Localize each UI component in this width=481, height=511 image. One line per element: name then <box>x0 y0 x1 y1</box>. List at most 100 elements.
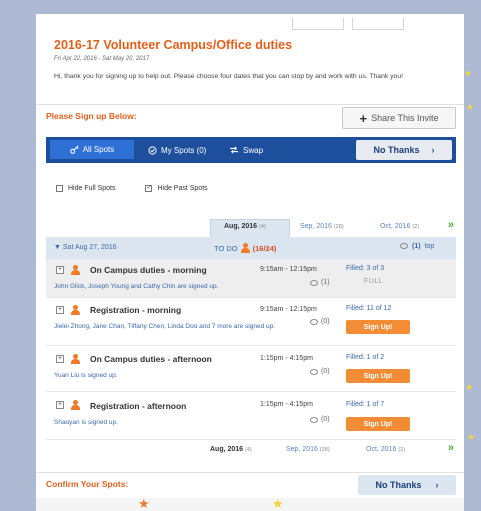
key-icon <box>69 145 79 154</box>
slot-time: 1:15pm - 4:15pm <box>260 401 313 408</box>
top-link[interactable]: top <box>425 243 435 250</box>
sign-up-button[interactable]: Sign Up! <box>346 369 410 383</box>
slot-comments[interactable]: (0) <box>310 318 330 325</box>
no-thanks-label: No Thanks <box>373 145 420 155</box>
slot-filled: Filled: 1 of 2 <box>346 354 385 361</box>
day-header: ▼ Sat Aug 27, 2016 TO DO (16/24) (1) top <box>46 237 456 259</box>
day-date-label: Sat Aug 27, 2016 <box>62 244 117 251</box>
hide-full-label: Hide Full Spots <box>68 185 116 192</box>
hide-full-checkbox[interactable] <box>56 185 63 192</box>
slot-people: John Glick, Joseph Young and Cathy Chin … <box>54 283 219 290</box>
month-tab-sep[interactable]: Sep, 2016 (28) <box>286 446 330 453</box>
month-tab-label: Aug, 2016 <box>210 446 244 453</box>
hide-past-filter[interactable]: ✓ Hide Past Spots <box>145 185 208 192</box>
slot-comments[interactable]: (0) <box>310 416 330 423</box>
month-tab-label: Oct, 2016 <box>380 223 411 230</box>
sign-up-button[interactable]: Sign Up! <box>346 320 410 334</box>
expand-icon[interactable]: + <box>56 306 64 314</box>
person-icon <box>71 305 80 315</box>
next-month-icon[interactable]: » <box>448 219 454 231</box>
tab-my-spots[interactable]: My Spots (0) <box>148 141 206 159</box>
top-tab[interactable] <box>352 18 404 30</box>
person-icon <box>240 243 250 253</box>
confirm-heading: Confirm Your Spots: <box>46 479 129 489</box>
star-icon: ★ <box>467 432 476 442</box>
slot-name: Registration - afternoon <box>90 401 187 411</box>
person-icon <box>71 265 80 275</box>
signup-bar: Please Sign up Below: + Share This Invit… <box>36 104 464 129</box>
expand-icon[interactable]: + <box>56 266 64 274</box>
month-tab-aug[interactable]: Aug, 2016 (4) <box>210 446 252 453</box>
slot-filled: Filled: 3 of 3 <box>346 265 385 272</box>
comment-icon <box>310 279 318 286</box>
slot-people: Shaoyan is signed up. <box>54 419 118 426</box>
month-tab-label: Oct, 2016 <box>366 446 397 453</box>
caret-down-icon: ▼ <box>54 244 61 251</box>
slot-comments[interactable]: (0) <box>310 368 330 375</box>
hide-past-checkbox[interactable]: ✓ <box>145 185 153 192</box>
comment-icon <box>310 416 318 423</box>
slot-name: On Campus duties - afternoon <box>90 354 212 364</box>
event-dates: Fri Apr 22, 2016 - Sat May 20, 2017 <box>54 56 150 62</box>
slot-comments[interactable]: (1) <box>310 279 330 286</box>
tab-all-spots[interactable]: All Spots <box>50 140 134 159</box>
month-tab-oct[interactable]: Oct, 2016 (2) <box>366 446 405 453</box>
month-tab-aug[interactable]: Aug, 2016 (4) <box>224 223 266 230</box>
day-comments[interactable]: (1) top <box>400 243 434 250</box>
event-title: 2016-17 Volunteer Campus/Office duties <box>54 38 293 52</box>
expand-icon[interactable]: + <box>56 355 64 363</box>
star-icon: ★ <box>465 382 474 392</box>
hide-full-filter[interactable]: Hide Full Spots <box>56 185 115 192</box>
star-icon: ★ <box>464 68 473 78</box>
month-tab-label: Sep, 2016 <box>300 223 332 230</box>
day-date[interactable]: ▼ Sat Aug 27, 2016 <box>54 244 117 251</box>
person-icon <box>71 354 80 364</box>
plus-icon: + <box>359 110 368 126</box>
top-tabs <box>292 18 404 31</box>
no-thanks-button-bottom[interactable]: No Thanks › <box>358 475 456 495</box>
signup-heading: Please Sign up Below: <box>46 111 137 121</box>
slot-people: Jielei Zhong, Jane Chan, Tiffany Chen, L… <box>54 323 276 330</box>
check-circle-icon <box>148 145 157 155</box>
top-tab[interactable] <box>292 18 344 30</box>
share-invite-button[interactable]: + Share This Invite <box>342 107 456 129</box>
chevron-right-icon: › <box>431 145 435 155</box>
event-message: Hi, thank you for signing up to help out… <box>54 73 403 80</box>
slot-row: + On Campus duties - afternoon 1:15pm - … <box>46 346 456 392</box>
no-thanks-button[interactable]: No Thanks › <box>356 140 452 160</box>
slot-time: 1:15pm - 4:15pm <box>260 355 313 362</box>
month-tab-oct[interactable]: Oct, 2016 (2) <box>380 223 419 230</box>
slot-filled: Filled: 11 of 12 <box>346 305 392 312</box>
spots-navbar: All Spots My Spots (0) Swap No Thanks › <box>46 137 456 163</box>
slot-comment-count: (1) <box>321 279 330 286</box>
event-header: 2016-17 Volunteer Campus/Office duties F… <box>36 14 464 100</box>
day-comment-count: (1) <box>412 243 421 250</box>
month-tab-count: (4) <box>259 224 266 230</box>
sign-up-button[interactable]: Sign Up! <box>346 417 410 431</box>
todo-count: (16/24) <box>252 243 277 253</box>
month-selector: Aug, 2016 (4) Sep, 2016 (28) Oct, 2016 (… <box>46 219 456 237</box>
slot-comment-count: (0) <box>321 416 330 423</box>
slot-time: 9:15am - 12:15pm <box>260 266 317 273</box>
month-tab-sep[interactable]: Sep, 2016 (28) <box>300 223 344 230</box>
full-status: FULL <box>364 278 384 285</box>
month-tab-label: Aug, 2016 <box>224 223 258 230</box>
tab-my-spots-label: My Spots (0) <box>161 145 207 155</box>
filter-options: Hide Full Spots ✓ Hide Past Spots <box>56 185 208 192</box>
slot-comment-count: (0) <box>321 318 330 325</box>
next-month-icon[interactable]: » <box>448 442 454 454</box>
month-tab-count: (2) <box>398 447 406 453</box>
comment-icon <box>400 243 408 249</box>
expand-icon[interactable]: + <box>56 401 64 409</box>
slot-time: 9:15am - 12:15pm <box>260 306 317 313</box>
month-selector-bottom: Aug, 2016 (4) Sep, 2016 (28) Oct, 2016 (… <box>46 442 456 460</box>
slot-row: + Registration - afternoon 1:15pm - 4:15… <box>46 392 456 440</box>
month-tab-count: (28) <box>333 224 344 230</box>
share-invite-label: Share This Invite <box>371 113 439 123</box>
star-icon: ★ <box>138 496 150 511</box>
todo-summary: TO DO (16/24) <box>214 243 276 253</box>
tab-swap[interactable]: Swap <box>229 141 263 159</box>
no-thanks-label: No Thanks <box>375 480 422 490</box>
slot-comment-count: (0) <box>321 368 330 375</box>
footer-decoration: ★ ★ <box>36 496 464 511</box>
